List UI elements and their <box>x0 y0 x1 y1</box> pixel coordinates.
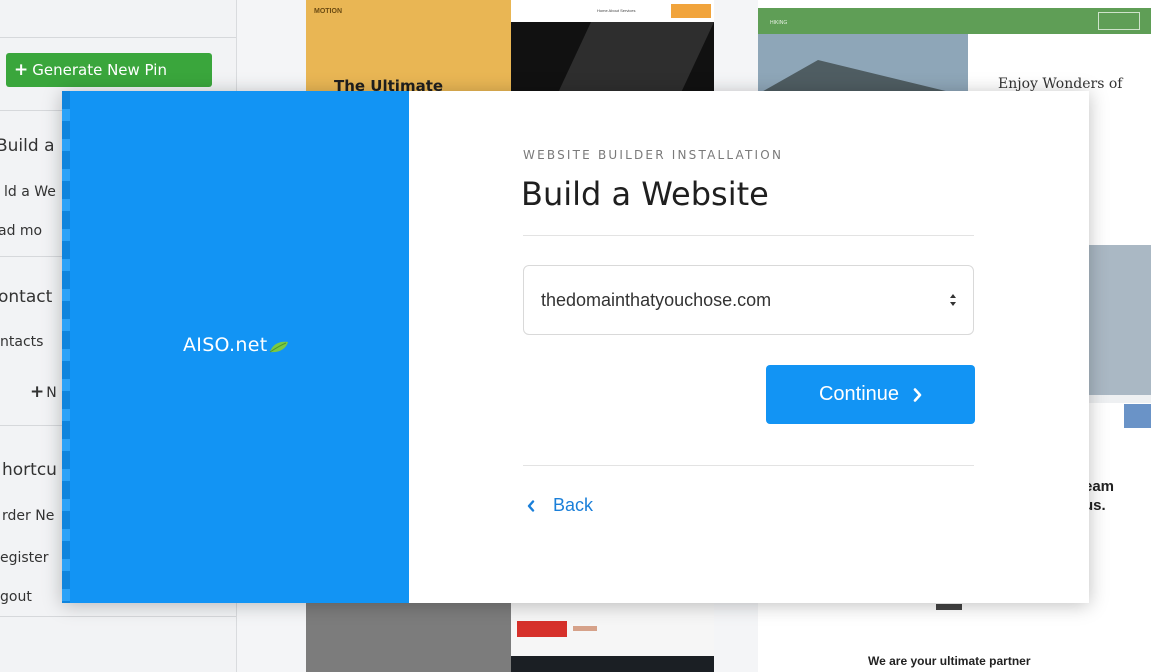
sidebar-item-build-website[interactable]: ld a We <box>4 184 56 200</box>
sidebar-heading-build: Build a <box>0 136 55 156</box>
sidebar-item-register[interactable]: egister <box>0 550 49 566</box>
chevron-left-icon <box>527 499 535 512</box>
mountain-shape <box>758 60 958 94</box>
divider <box>523 465 974 466</box>
template-heading: Enjoy Wonders of <box>998 76 1123 92</box>
plus-icon: + <box>14 60 29 80</box>
sidebar-heading-contacts: ontact <box>0 287 53 307</box>
template-nav <box>1088 395 1151 403</box>
template-nav-cta <box>1098 12 1140 30</box>
template-image <box>1088 245 1151 395</box>
select-arrows-icon <box>950 294 956 306</box>
sidebar-new-contact[interactable]: + N <box>30 382 57 402</box>
panel-edge-decoration <box>62 91 70 603</box>
aiso-logo-text: AISO.net <box>183 334 268 356</box>
template-get-started-button <box>517 621 567 637</box>
template-secondary-link <box>573 626 597 631</box>
back-label: Back <box>553 495 594 515</box>
generate-new-pin-button[interactable]: + Generate New Pin <box>6 53 212 87</box>
template-nav: Home About Services <box>511 0 714 22</box>
modal-form-panel: WEBSITE BUILDER INSTALLATION Build a Web… <box>409 91 1089 603</box>
sidebar-heading-shortcuts: hortcu <box>2 460 57 480</box>
continue-button[interactable]: Continue <box>766 365 975 424</box>
template-nav-cta <box>1124 404 1151 428</box>
template-logo: MOTION <box>314 8 342 15</box>
sidebar-item-read-more[interactable]: ad mo <box>0 223 42 239</box>
modal-brand-panel: AISO.net <box>62 91 409 603</box>
chevron-right-icon <box>913 387 922 402</box>
generate-new-pin-label: Generate New Pin <box>32 61 167 79</box>
template-nav-cta <box>671 4 711 18</box>
sidebar-item-contacts[interactable]: ntacts <box>0 334 43 350</box>
sidebar-item-logout[interactable]: gout <box>0 589 32 605</box>
template-image <box>306 603 511 672</box>
modal-title: Build a Website <box>521 175 769 213</box>
template-nav-links: Home About Services <box>597 8 636 13</box>
modal-eyebrow: WEBSITE BUILDER INSTALLATION <box>523 148 784 162</box>
template-logo: HIKING <box>770 20 788 26</box>
leaf-icon <box>270 341 289 352</box>
divider <box>523 235 974 236</box>
template-image <box>936 604 962 610</box>
template-footer <box>511 656 714 672</box>
aiso-logo: AISO.net <box>183 334 289 356</box>
continue-label: Continue <box>818 383 900 405</box>
sidebar-item-order-new[interactable]: rder Ne <box>2 508 54 524</box>
domain-select-value: thedomainthatyouchose.com <box>541 289 772 310</box>
back-link[interactable]: Back <box>527 495 593 516</box>
sidebar-divider <box>0 616 236 617</box>
domain-select[interactable]: thedomainthatyouchose.com <box>523 265 974 335</box>
sidebar-divider <box>0 37 236 38</box>
website-builder-modal: AISO.net WEBSITE BUILDER INSTALLATION Bu… <box>62 91 1089 603</box>
template-nav: HIKING <box>758 8 1151 34</box>
template-partner-text: We are your ultimate partner <box>868 654 1031 668</box>
